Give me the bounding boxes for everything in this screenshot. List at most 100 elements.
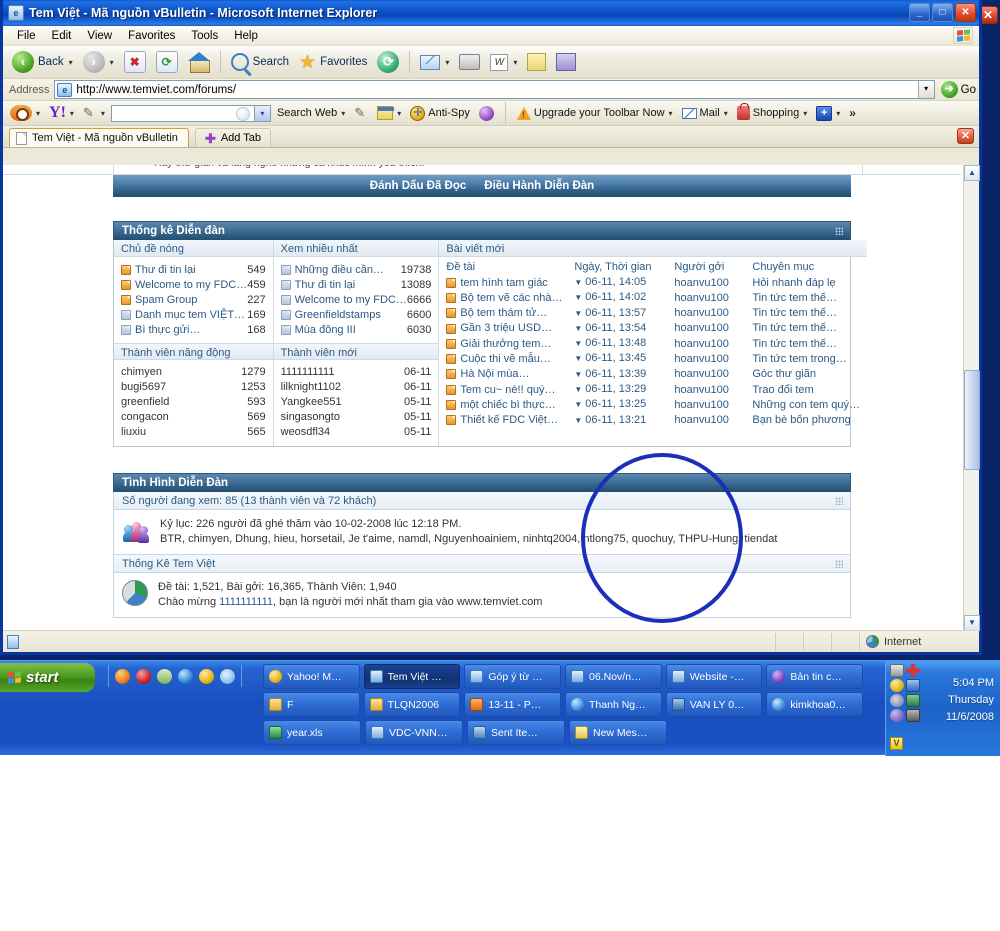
jump-to-post-icon[interactable]: ▼: [574, 416, 582, 425]
task-chat-thanhng[interactable]: Thanh Ng…: [565, 692, 662, 717]
task-sent-items[interactable]: Sent Ite…: [467, 720, 565, 745]
task-bantin[interactable]: Bản tin c…: [766, 664, 864, 689]
task-06nov[interactable]: 06.Nov/n…: [565, 664, 662, 689]
browser-icon[interactable]: [157, 668, 172, 684]
yahoo-tray-icon[interactable]: [890, 679, 904, 692]
favorites-button[interactable]: ★ Favorites: [294, 51, 372, 74]
table-row[interactable]: Tem cu~ nè!! quý… ▼ 06-11, 13:29 hoanvu10…: [446, 382, 860, 397]
list-item[interactable]: lilknight1102 06-11: [281, 380, 432, 395]
start-button[interactable]: start: [0, 663, 95, 692]
chevron-down-icon-shopping[interactable]: ▾: [803, 109, 807, 118]
messenger-button[interactable]: [551, 51, 581, 73]
task-yahoo-messenger[interactable]: Yahoo! M…: [263, 664, 360, 689]
chevron-down-icon-forward[interactable]: ▾: [110, 58, 114, 67]
tab-temviet[interactable]: Tem Việt - Mã nguồn vBulletin: [9, 128, 189, 147]
table-row[interactable]: Giải thưởng tem… ▼ 06-11, 13:48 hoanvu100…: [446, 336, 860, 351]
collapse-grip-icon[interactable]: [835, 227, 843, 235]
task-new-message[interactable]: New Mes…: [569, 720, 667, 745]
clock[interactable]: 5:04 PM Thursday 11/6/2008: [946, 675, 994, 726]
antivirus-tray-icon[interactable]: [906, 694, 920, 707]
jump-to-post-icon[interactable]: ▼: [574, 293, 582, 302]
add-button-group[interactable]: + ▾: [813, 105, 843, 122]
chevron-down-icon[interactable]: ▾: [69, 58, 73, 67]
mail-button[interactable]: ▾: [415, 53, 454, 72]
media-player-icon[interactable]: [178, 668, 193, 684]
jump-to-post-icon[interactable]: ▼: [574, 370, 582, 379]
task-doc-vanly[interactable]: VAN LY 0…: [665, 692, 763, 717]
collapse-grip-icon-stats[interactable]: [835, 560, 843, 568]
yahoo-highlight-button[interactable]: [351, 105, 371, 121]
yahoo-search-input[interactable]: ▾: [110, 104, 271, 122]
menu-item-tools[interactable]: Tools: [183, 28, 226, 44]
list-item[interactable]: singasongto 05-11: [281, 410, 432, 425]
task-temviet[interactable]: Tem Việt …: [363, 664, 461, 689]
jump-to-post-icon[interactable]: ▼: [574, 385, 582, 394]
yahoo-shopping-button[interactable]: Shopping ▾: [734, 103, 811, 121]
list-item[interactable]: Welcome to my FDC… 6666: [280, 292, 431, 307]
list-item[interactable]: 1111111111 06-11: [281, 365, 432, 380]
address-dropdown-icon[interactable]: ▾: [917, 81, 934, 98]
history-button[interactable]: ⟳: [372, 49, 404, 75]
list-item[interactable]: bugi5697 1253: [121, 380, 266, 395]
chevron-down-icon-orb[interactable]: ▾: [36, 109, 40, 118]
forward-button[interactable]: › ▾: [78, 49, 119, 75]
menu-item-file[interactable]: File: [9, 28, 44, 44]
firefox-icon[interactable]: [115, 668, 130, 684]
address-input[interactable]: e http://www.temviet.com/forums/ ▾: [54, 80, 935, 99]
upgrade-toolbar-button[interactable]: Upgrade your Toolbar Now ▾: [514, 106, 676, 121]
forum-admin-link[interactable]: Điều Hành Diễn Đàn: [484, 180, 594, 192]
close-button[interactable]: ✕: [955, 3, 976, 22]
yahoo-mail-button[interactable]: Mail ▾: [679, 106, 731, 120]
edit-word-button[interactable]: W ▾: [485, 52, 522, 73]
mark-read-link[interactable]: Đánh Dấu Đã Đọc: [370, 180, 467, 192]
task-chat-kimkhoa[interactable]: kimkhoa0…: [766, 692, 864, 717]
network-tray-icon[interactable]: [906, 679, 920, 692]
menu-item-edit[interactable]: Edit: [44, 28, 80, 44]
go-button[interactable]: ➔ Go: [940, 81, 976, 98]
list-item[interactable]: chimyen 1279: [121, 365, 266, 380]
yahoo-orb-button[interactable]: ▾: [7, 104, 43, 122]
antispy-button[interactable]: Anti-Spy: [407, 105, 473, 122]
maximize-button[interactable]: □: [932, 3, 953, 22]
list-item[interactable]: Yangkee551 05-11: [281, 395, 432, 410]
window-scroll-up-button[interactable]: ▲: [964, 165, 980, 181]
table-row[interactable]: Gần 3 triệu USD… ▼ 06-11, 13:54 hoanvu100…: [446, 321, 860, 336]
collapse-grip-icon-viewing[interactable]: [835, 497, 843, 505]
list-item[interactable]: Thư đi tin lại 549: [121, 262, 266, 277]
list-item[interactable]: Những điều cần… 19738: [280, 262, 431, 277]
list-item[interactable]: Welcome to my FDC… 459: [121, 277, 266, 292]
list-item[interactable]: congacon 569: [121, 410, 266, 425]
task-folder-f[interactable]: F: [263, 692, 360, 717]
list-item[interactable]: greenfield 593: [121, 395, 266, 410]
table-row[interactable]: Thiết kế FDC Việt… ▼ 06-11, 13:21 hoanvu1…: [446, 413, 860, 428]
chevron-down-icon-plus[interactable]: ▾: [836, 109, 840, 118]
window-scroll-thumb[interactable]: [964, 370, 980, 470]
menu-item-view[interactable]: View: [79, 28, 120, 44]
back-button[interactable]: ‹ Back ▾: [7, 49, 78, 75]
yahoo-messenger-icon[interactable]: [199, 668, 214, 684]
print-button[interactable]: [454, 52, 485, 72]
chevron-down-icon-searchweb[interactable]: ▾: [341, 109, 345, 118]
task-gopy[interactable]: Góp ý từ …: [464, 664, 562, 689]
list-item[interactable]: weosdfl34 05-11: [281, 425, 432, 440]
chevron-down-icon-mail2[interactable]: ▾: [724, 109, 728, 118]
jump-to-post-icon[interactable]: ▼: [574, 339, 582, 348]
antispy-scan-button[interactable]: [476, 105, 497, 122]
task-excel-year[interactable]: year.xls: [263, 720, 361, 745]
table-row[interactable]: Bộ tem thám tử… ▼ 06-11, 13:57 hoanvu100 …: [446, 306, 860, 321]
yahoo-logo-button[interactable]: Y! ▾: [46, 103, 77, 123]
yahoo-pencil-button[interactable]: ▾: [80, 105, 108, 121]
search-dropdown-icon[interactable]: ▾: [253, 105, 270, 121]
refresh-button[interactable]: ⟳: [151, 49, 183, 75]
jump-to-post-icon[interactable]: ▼: [574, 354, 582, 363]
opera-icon[interactable]: [136, 668, 151, 684]
table-row[interactable]: Hà Nội mùa… ▼ 06-11, 13:39 hoanvu100 Góc …: [446, 367, 860, 382]
health-tray-icon[interactable]: [906, 664, 920, 677]
search-web-button[interactable]: Search Web ▾: [274, 106, 348, 120]
unikey-tray-icon[interactable]: [890, 709, 904, 722]
list-item[interactable]: liuxiu 565: [121, 425, 266, 440]
security-zone[interactable]: Internet: [859, 632, 979, 651]
notes-button[interactable]: [522, 51, 551, 73]
table-row[interactable]: Bộ tem vẽ các nhà… ▼ 06-11, 14:02 hoanvu1…: [446, 290, 860, 305]
chevron-down-icon-mail[interactable]: ▾: [445, 58, 449, 67]
